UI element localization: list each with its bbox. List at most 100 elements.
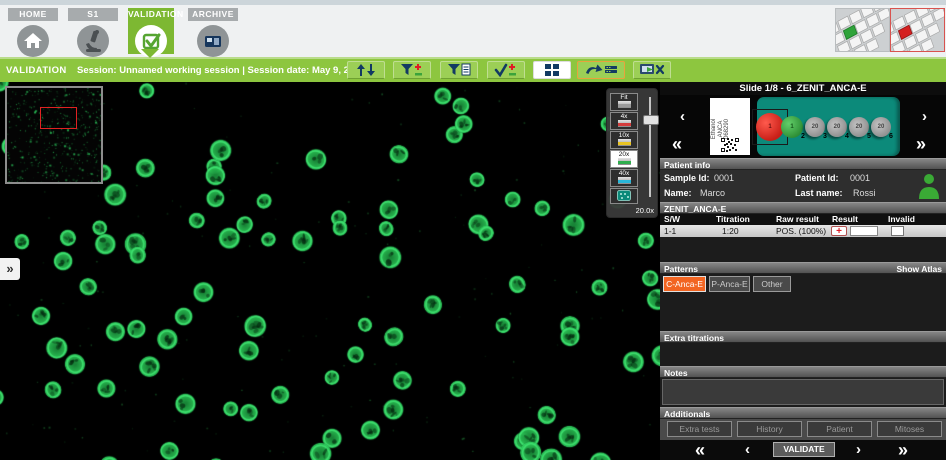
validate-button[interactable]: VALIDATE	[773, 442, 835, 457]
keyboard-green-icon	[836, 9, 889, 51]
grid-view-button[interactable]	[533, 61, 571, 79]
results-side-panel: Slide 1/8 - 6_ZENIT_ANCA-E ‹ « › » Ethan…	[660, 82, 946, 460]
first-sample-button[interactable]: «	[695, 440, 705, 460]
sort-button[interactable]	[347, 61, 385, 79]
tab-home-label: HOME	[8, 8, 58, 21]
pattern-p-anca-e-button[interactable]: P-Anca-E	[709, 276, 750, 292]
patterns-header-label: Patterns	[664, 264, 698, 274]
patient-id-value: 0001	[850, 173, 870, 183]
zoom-40x-label: 40x	[619, 170, 629, 177]
overview-thumbnail[interactable]	[5, 86, 103, 184]
col-result: Result	[832, 214, 858, 225]
session-info: Session: Unnamed working session | Sessi…	[77, 65, 384, 76]
grid-icon	[544, 63, 560, 77]
well-1[interactable]: 1	[756, 113, 784, 141]
overview-image	[7, 88, 101, 182]
sidebar-expander[interactable]: »	[0, 258, 20, 280]
objective-icon	[618, 120, 631, 127]
archive-icon	[197, 25, 229, 57]
patterns-header: Patterns Show Atlas	[660, 262, 946, 274]
stage-navigator-button[interactable]	[610, 188, 638, 204]
filter-report-icon	[447, 63, 471, 77]
slide-title: Slide 1/8 - 6_ZENIT_ANCA-E	[660, 82, 946, 95]
additionals-header: Additionals	[660, 407, 946, 419]
exit-icon	[639, 63, 665, 77]
notes-input[interactable]	[662, 379, 944, 405]
sample-id-value: 0001	[714, 173, 734, 183]
zoom-4x-label: 4x	[621, 113, 628, 120]
results-table-row[interactable]: 1-1 1:20 POS. (100%) +	[660, 225, 946, 237]
zoom-slider-handle[interactable]	[643, 115, 659, 125]
result-field[interactable]	[850, 226, 878, 236]
zoom-slider-track[interactable]	[649, 97, 651, 197]
microscope-icon	[77, 25, 109, 57]
zoom-fit-label: Fit	[620, 94, 627, 101]
pattern-c-anca-e-button[interactable]: C-Anca-E	[663, 276, 706, 292]
zoom-4x-button[interactable]: 4x	[610, 112, 638, 130]
keyboard-red-key-button[interactable]	[890, 8, 945, 52]
history-button[interactable]: History	[737, 421, 802, 437]
well-5[interactable]: 20	[849, 117, 869, 137]
mitoses-button[interactable]: Mitoses	[877, 421, 942, 437]
export-send-button[interactable]	[577, 61, 625, 79]
extra-titrations-header: Extra titrations	[660, 331, 946, 343]
tab-validation-label: VALIDATION	[128, 8, 174, 21]
zoom-40x-button[interactable]: 40x	[610, 169, 638, 187]
patient-info-body: Sample Id: 0001 Patient Id: 0001 Name: M…	[660, 170, 946, 202]
positive-result-icon: +	[831, 226, 847, 236]
keyboard-green-key-button[interactable]	[835, 8, 890, 52]
tab-s1[interactable]: S1	[68, 8, 118, 54]
row-sw: 1-1	[664, 225, 676, 237]
last-sample-button[interactable]: »	[898, 440, 908, 460]
well-6[interactable]: 20	[871, 117, 891, 137]
tab-validation[interactable]: VALIDATION	[128, 8, 174, 54]
filter-report-button[interactable]	[440, 61, 478, 79]
col-sw: S/W	[664, 214, 680, 225]
zoom-value-label: 20.0x	[636, 206, 654, 215]
validate-add-button[interactable]	[487, 61, 525, 79]
filter-add-icon	[400, 63, 424, 77]
patient-button[interactable]: Patient	[807, 421, 872, 437]
export-send-icon	[584, 63, 618, 77]
patient-icon[interactable]	[918, 173, 940, 199]
sample-id-label: Sample Id:	[664, 173, 710, 183]
col-invalid: Invalid	[888, 214, 915, 225]
additionals-body: Extra tests History Patient Mitoses	[660, 419, 946, 440]
overview-viewport-rect[interactable]	[40, 107, 77, 129]
notes-header: Notes	[660, 366, 946, 378]
tab-archive[interactable]: ARCHIVE	[188, 8, 238, 54]
well-2[interactable]: 1	[781, 116, 803, 138]
row-raw-result: POS. (100%)	[776, 225, 826, 237]
extra-tests-button[interactable]: Extra tests	[667, 421, 732, 437]
check-add-icon	[494, 63, 518, 77]
active-tab-pointer	[141, 49, 159, 58]
tab-home[interactable]: HOME	[8, 8, 58, 54]
tab-s1-label: S1	[68, 8, 118, 21]
slide-last-button[interactable]: »	[916, 135, 926, 153]
col-titration: Titration	[716, 214, 750, 225]
prev-sample-button[interactable]: ‹	[745, 440, 750, 460]
test-section-header: ZENIT_ANCA-E	[660, 202, 946, 214]
well-3[interactable]: 20	[805, 117, 825, 137]
sort-arrows-icon	[354, 63, 378, 77]
qr-code-icon	[721, 138, 739, 152]
zoom-control-panel: Fit 4x 10x 20x 40x	[606, 88, 658, 218]
fluorescence-image-viewer[interactable]: » Fit 4x 10x 20x 40x	[0, 82, 660, 460]
objective-icon	[618, 158, 631, 165]
home-icon	[17, 25, 49, 57]
objective-icon	[618, 177, 631, 184]
well-6-number: 6	[889, 133, 893, 140]
filter-add-button[interactable]	[393, 61, 431, 79]
zoom-20x-button[interactable]: 20x	[610, 150, 638, 168]
exit-session-button[interactable]	[633, 61, 671, 79]
next-sample-button[interactable]: ›	[856, 440, 861, 460]
invalid-checkbox[interactable]	[891, 226, 904, 236]
zoom-fit-button[interactable]: Fit	[610, 93, 638, 111]
well-4[interactable]: 20	[827, 117, 847, 137]
slide-next-button[interactable]: ›	[922, 109, 927, 124]
zoom-10x-button[interactable]: 10x	[610, 131, 638, 149]
slide-prev-button[interactable]: ‹	[680, 109, 685, 124]
pattern-other-button[interactable]: Other	[753, 276, 791, 292]
slide-first-button[interactable]: «	[672, 135, 682, 153]
show-atlas-link[interactable]: Show Atlas	[897, 263, 943, 275]
